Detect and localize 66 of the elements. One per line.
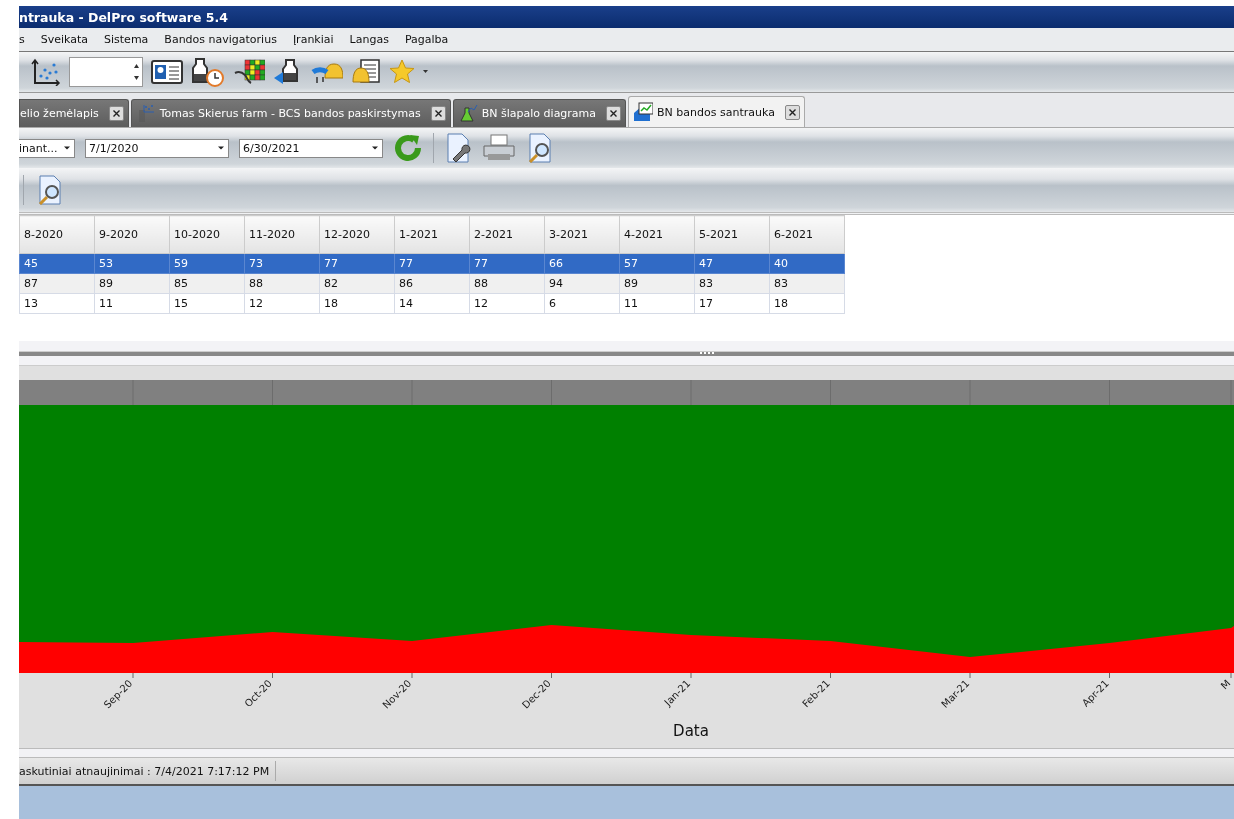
document-tab[interactable]: BN bandos santrauka	[628, 96, 805, 127]
house-chart-icon	[633, 102, 654, 122]
table-cell: 15	[169, 293, 245, 314]
dropdown-arrow-icon[interactable]	[371, 145, 379, 151]
dropdown-arrow-icon[interactable]	[217, 145, 225, 151]
star-icon[interactable]	[389, 59, 415, 85]
table-cell: 18	[319, 293, 395, 314]
color-grid-icon[interactable]	[233, 57, 265, 87]
document-tab[interactable]: elio žemėlapis	[19, 99, 129, 127]
column-header[interactable]: 4-2021	[619, 215, 695, 254]
table-cell: 17	[694, 293, 770, 314]
table-cell: 12	[244, 293, 320, 314]
printer-icon[interactable]	[482, 134, 516, 162]
document-tab[interactable]: BN šlapalo diagrama	[452, 99, 627, 127]
x-axis-title: Data	[673, 722, 709, 740]
table-cell: 13	[19, 293, 95, 314]
document-wrench-icon[interactable]	[444, 133, 472, 163]
column-header[interactable]: 1-2021	[394, 215, 470, 254]
table-cell: 11	[619, 293, 695, 314]
column-header[interactable]: 9-2020	[94, 215, 170, 254]
document-tab[interactable]: Tomas Skierus farm - BCS bandos paskirstymas	[130, 99, 451, 127]
menu-item[interactable]: Bandos navigatorius	[156, 33, 285, 46]
close-icon[interactable]	[610, 110, 618, 117]
menu-item[interactable]: Sistema	[96, 33, 157, 46]
column-header[interactable]: 10-2020	[169, 215, 245, 254]
menu-item[interactable]: Sveikata	[32, 33, 97, 46]
column-header[interactable]: 11-2020	[244, 215, 320, 254]
document-search-icon[interactable]	[36, 175, 64, 205]
table-cell: 11	[94, 293, 170, 314]
menu-item[interactable]: Įrankiai	[284, 33, 342, 46]
date-to-dropdown[interactable]: 6/30/2021	[239, 138, 383, 158]
flask-chart-icon	[457, 103, 478, 124]
document-search-icon[interactable]	[526, 133, 554, 163]
caret-icon[interactable]	[423, 70, 428, 74]
table-cell: 45	[19, 253, 95, 274]
bell-document-icon[interactable]	[351, 58, 381, 86]
bottle-clock-icon[interactable]	[191, 57, 225, 87]
date-from-dropdown[interactable]: 7/1/2020	[85, 138, 229, 158]
close-icon[interactable]	[434, 110, 442, 117]
column-header[interactable]: 8-2020	[19, 215, 95, 254]
table-cell: 18	[769, 293, 845, 314]
type-dropdown[interactable]: inant...	[19, 138, 75, 158]
menu-item[interactable]: Langas	[341, 33, 397, 46]
scatter-plot-icon[interactable]	[31, 58, 61, 86]
column-header[interactable]: 5-2021	[694, 215, 770, 254]
column-header[interactable]: 6-2021	[769, 215, 845, 254]
window-title: ntrauka - DelPro software 5.4	[19, 9, 228, 25]
x-axis-label: M	[1218, 677, 1233, 692]
column-header[interactable]: 3-2021	[544, 215, 620, 254]
refresh-icon[interactable]	[393, 133, 423, 163]
column-header[interactable]: 12-2020	[319, 215, 395, 254]
column-header[interactable]: 2-2021	[469, 215, 545, 254]
menu-item[interactable]: Pagalba	[396, 33, 457, 46]
dropdown-arrow-icon[interactable]	[63, 145, 71, 151]
id-card-icon[interactable]	[151, 60, 183, 84]
table-cell: 6	[544, 293, 620, 314]
table-cell: 14	[394, 293, 470, 314]
close-icon[interactable]	[788, 108, 796, 116]
status-text: askutiniai atnaujinimai : 7/4/2021 7:17:12 PM	[19, 761, 277, 781]
table-cell: 12	[469, 293, 545, 314]
table-cell: 87	[19, 273, 95, 294]
splitter-grip-icon[interactable]	[700, 351, 714, 355]
close-icon[interactable]	[112, 110, 120, 117]
menu-item[interactable]: s	[19, 33, 33, 46]
spin-arrows-icon[interactable]	[133, 62, 140, 82]
number-spin-field[interactable]	[69, 57, 143, 87]
